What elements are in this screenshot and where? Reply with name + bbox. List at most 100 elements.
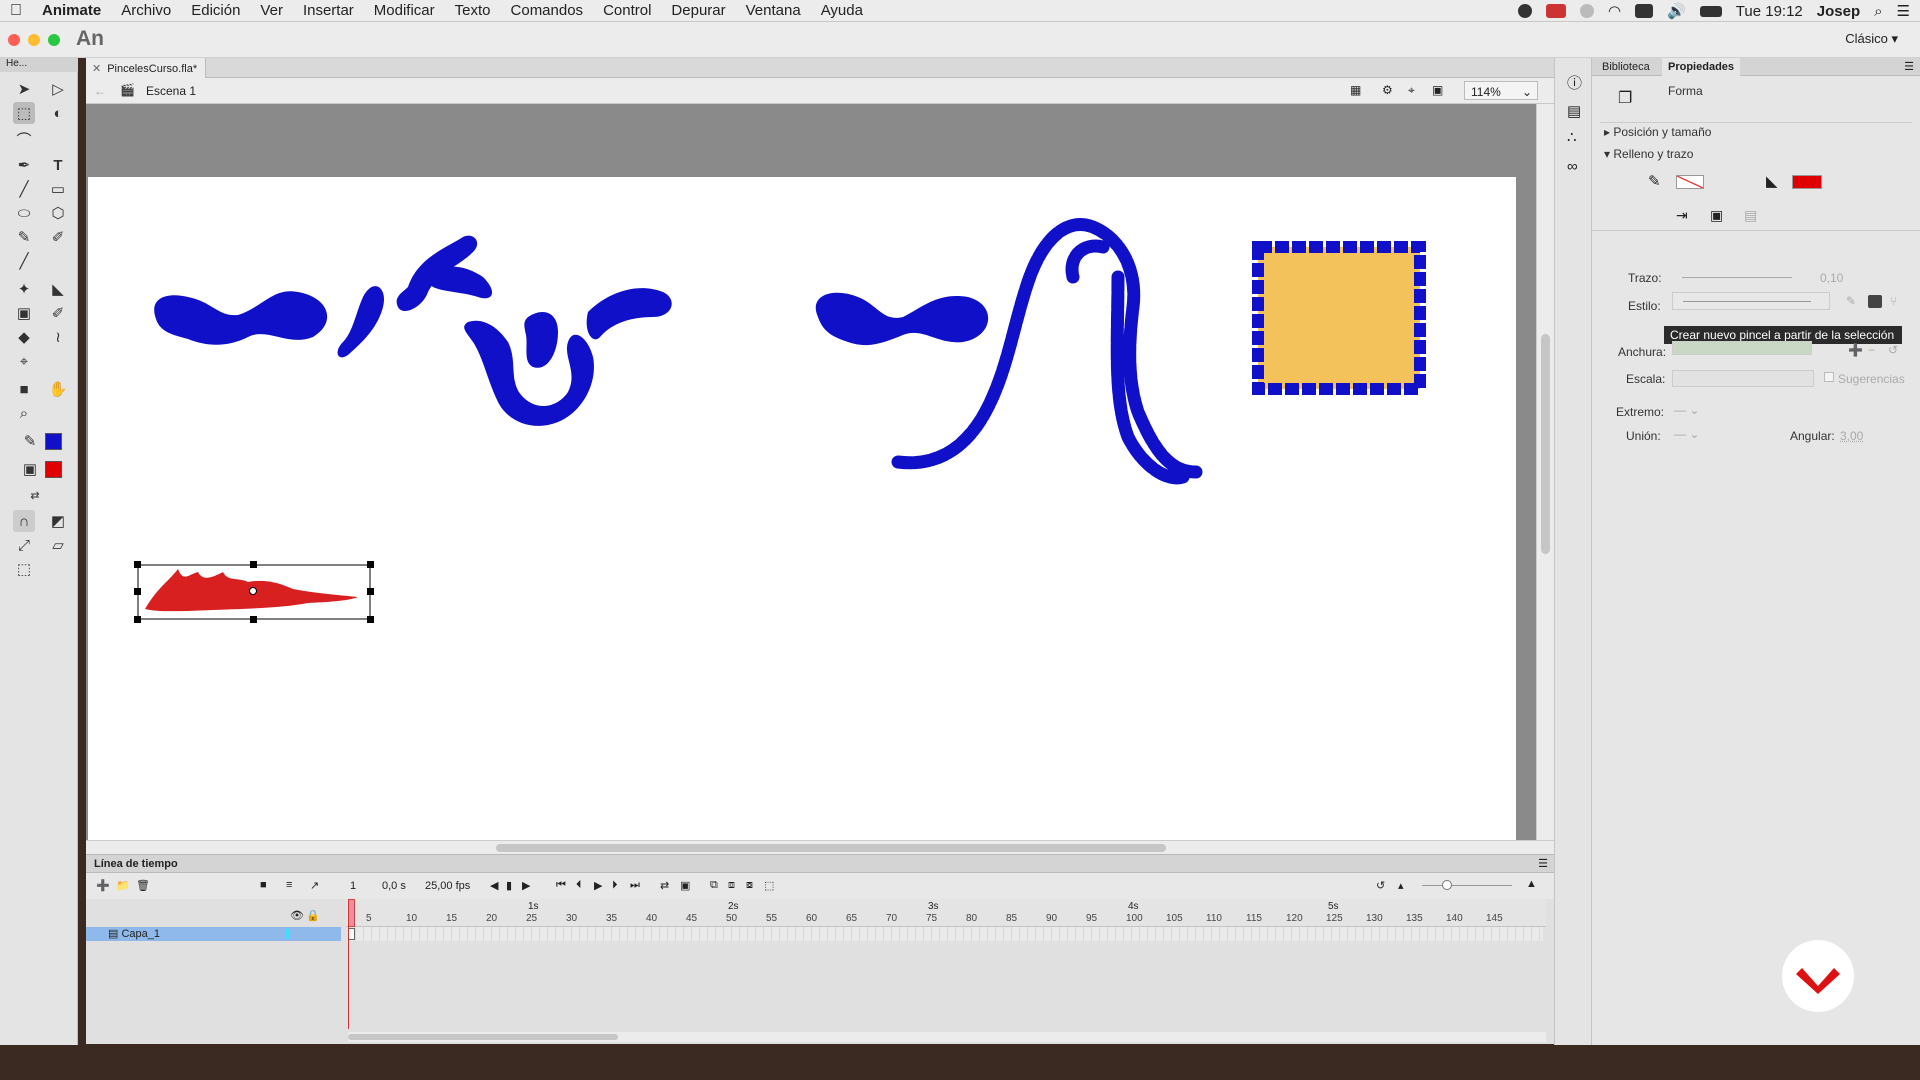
close-tab-icon[interactable]: ✕	[92, 63, 101, 75]
section-fill-stroke[interactable]: ▾ Relleno y trazo	[1604, 147, 1693, 161]
scene-name[interactable]: Escena 1	[146, 84, 196, 98]
extremo-select[interactable]: — ⌄	[1674, 403, 1699, 417]
edit-multiple-icon[interactable]: ⧇	[746, 879, 753, 892]
brush-library-icon[interactable]: ⑂	[1890, 294, 1897, 308]
go-first-icon[interactable]: ⏮	[556, 879, 566, 892]
panel-menu-icon[interactable]: ☰	[1904, 60, 1914, 73]
oval-tool-icon[interactable]: ⬭	[13, 202, 35, 224]
volume-icon[interactable]: 🔊	[1667, 2, 1686, 20]
info-icon[interactable]: ⓘ	[1567, 72, 1582, 93]
snap-magnet-icon[interactable]: ∩	[13, 510, 35, 532]
back-arrow-icon[interactable]: ←	[94, 84, 106, 98]
fill-color-swatch[interactable]	[45, 461, 62, 478]
fill-color-red-swatch[interactable]	[1792, 175, 1822, 189]
battery-icon[interactable]	[1699, 5, 1722, 17]
record-icon[interactable]	[1518, 4, 1532, 18]
moon-icon[interactable]	[1580, 4, 1594, 18]
user-name[interactable]: Josep	[1817, 3, 1860, 20]
edit-stroke-style-icon[interactable]: ✎	[1846, 294, 1856, 308]
eraser-tool-icon[interactable]: ◆	[13, 326, 35, 348]
width-tool-icon[interactable]: ≀	[47, 326, 69, 348]
show-hide-icon[interactable]: 👁	[290, 909, 304, 922]
union-select[interactable]: — ⌄	[1674, 427, 1699, 441]
current-time[interactable]: 0,0 s	[382, 880, 406, 892]
menu-insertar[interactable]: Insertar	[293, 2, 364, 19]
new-layer-icon[interactable]: ➕	[96, 879, 110, 892]
stroke-none-swatch[interactable]	[1676, 175, 1704, 189]
keyframe-icon[interactable]: ▮	[506, 879, 512, 892]
loop-icon[interactable]: ⇄	[660, 879, 669, 892]
distort-icon[interactable]: ⬚	[13, 558, 35, 580]
escala-select[interactable]	[1672, 370, 1814, 387]
text-tool-icon[interactable]: T	[47, 154, 69, 176]
bone-tool-icon[interactable]: ✦	[13, 278, 35, 300]
trazo-slider[interactable]	[1682, 277, 1792, 278]
horizontal-scrollbar[interactable]	[86, 840, 1554, 854]
delete-layer-icon[interactable]: 🗑	[136, 879, 150, 892]
menu-ayuda[interactable]: Ayuda	[811, 2, 873, 19]
refresh-icon[interactable]: ↺	[1376, 879, 1385, 892]
trazo-value[interactable]: 0,10	[1820, 271, 1843, 285]
hand-tool-icon[interactable]: ✋	[47, 378, 69, 400]
anchura-select[interactable]	[1672, 341, 1812, 355]
document-tab[interactable]: ✕ PincelesCurso.fla*	[86, 58, 206, 78]
section-position-size[interactable]: ▸ Posición y tamaño	[1604, 125, 1711, 139]
frame-ruler[interactable]: 1s 2s 3s 4s 5s 5 10 15 20 25 30 35 40 45 50 55 60 65…	[346, 899, 1546, 927]
step-back-icon[interactable]: ⏴	[576, 879, 582, 892]
smooth-icon[interactable]: ◩	[47, 510, 69, 532]
3d-rotation-tool-icon[interactable]: ◐	[47, 102, 69, 124]
reset-width-icon[interactable]: ↺	[1888, 343, 1898, 357]
clip-icon[interactable]: ▦	[1350, 83, 1361, 97]
transform-icon[interactable]: ⤢	[13, 534, 35, 556]
frame-rate[interactable]: 25,00 fps	[425, 880, 470, 892]
lasso-tool-icon[interactable]: ⌒	[13, 128, 35, 150]
timeline-hscroll[interactable]	[348, 1032, 1546, 1042]
graph-icon[interactable]: ↗	[310, 879, 319, 892]
layer-row[interactable]: ▤ Capa_1	[86, 927, 1554, 941]
camera-icon[interactable]: ■	[260, 879, 267, 891]
swap-colors-icon[interactable]: ⇄	[24, 484, 46, 506]
menu-edicion[interactable]: Edición	[181, 2, 250, 19]
camera-view-icon[interactable]: ▣	[680, 879, 690, 892]
menu-control[interactable]: Control	[593, 2, 661, 19]
onion-outline-icon[interactable]: ⧈	[728, 879, 735, 892]
layer-frames[interactable]	[348, 927, 1543, 941]
menu-texto[interactable]: Texto	[445, 2, 501, 19]
timeline-menu-icon[interactable]: ☰	[1538, 857, 1548, 870]
align-icon[interactable]: ▤	[1567, 102, 1581, 120]
fit-stage-icon[interactable]: ▣	[1432, 83, 1443, 97]
onion-skin-icon[interactable]: ⧉	[710, 879, 718, 892]
layer-name[interactable]: Capa_1	[121, 928, 160, 940]
step-forward-icon[interactable]: ⏵	[612, 879, 618, 892]
menu-ver[interactable]: Ver	[250, 2, 293, 19]
subselection-tool-icon[interactable]: ▷	[47, 78, 69, 100]
zoom-select[interactable]: 114% ⌄	[1464, 81, 1538, 100]
vertical-scroll-thumb[interactable]	[1541, 334, 1550, 554]
keyframe-1[interactable]	[348, 928, 355, 940]
paint-bucket-tool-icon[interactable]: ◣	[47, 278, 69, 300]
eyedropper-tool-icon[interactable]: ✐	[47, 302, 69, 324]
airplay-icon[interactable]	[1635, 4, 1654, 18]
next-keyframe-icon[interactable]: ▶	[522, 879, 530, 892]
menu-depurar[interactable]: Depurar	[661, 2, 735, 19]
go-last-icon[interactable]: ⏭	[630, 879, 640, 892]
zoom-window-icon[interactable]	[48, 34, 60, 46]
swap-fill-stroke-icon[interactable]: ▣	[1710, 207, 1723, 224]
parent-icon[interactable]: ≡	[286, 879, 292, 891]
rectangle-tool-icon[interactable]: ▭	[47, 178, 69, 200]
edit-symbols-icon[interactable]: ⚙	[1382, 83, 1393, 97]
camera-tool-icon[interactable]: ■	[13, 378, 35, 400]
tab-propiedades[interactable]: Propiedades	[1662, 58, 1741, 76]
pin-tool-icon[interactable]: ⌖	[13, 350, 35, 372]
list-icon[interactable]: ☰	[1897, 2, 1910, 20]
menu-ventana[interactable]: Ventana	[736, 2, 811, 19]
playhead[interactable]	[348, 899, 355, 927]
close-window-icon[interactable]	[8, 34, 20, 46]
onion-range-icon[interactable]: ⬚	[764, 879, 774, 892]
align-to-pixel-icon[interactable]: ⇥	[1676, 207, 1688, 224]
wifi-icon[interactable]: ◠	[1608, 2, 1621, 20]
creative-cloud-icon[interactable]: ∞	[1567, 158, 1578, 175]
zoom-out-icon[interactable]: ▴	[1398, 879, 1404, 892]
apple-icon[interactable]: 	[0, 2, 32, 20]
stroke-color-swatch[interactable]	[45, 433, 62, 450]
